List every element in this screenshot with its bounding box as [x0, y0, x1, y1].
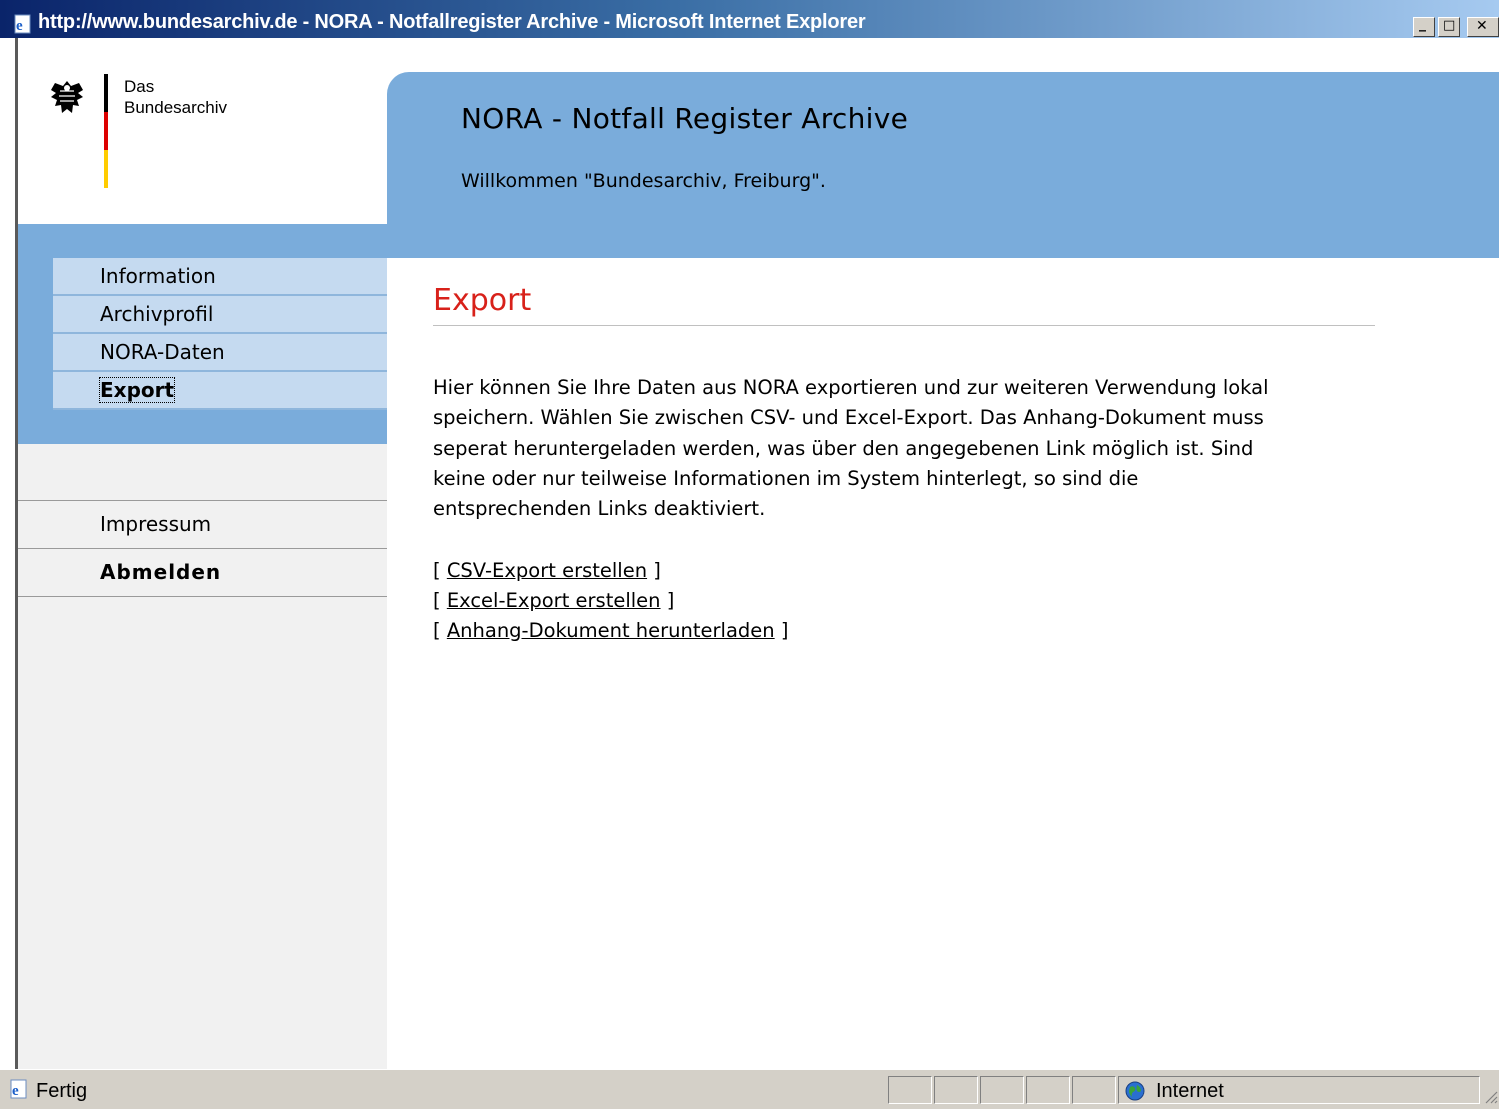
window-title-bar[interactable]: e http://www.bundesarchiv.de - NORA - No… — [0, 0, 1499, 38]
title-divider — [433, 325, 1375, 326]
bracket: [ — [433, 589, 441, 612]
german-flag-bar — [104, 74, 108, 188]
minimize-button[interactable]: _ — [1413, 16, 1435, 37]
logo-text: Das Bundesarchiv — [124, 76, 227, 118]
sidebar-item-information[interactable]: Information — [53, 258, 387, 296]
intro-line: keine oder nur teilweise Informationen i… — [433, 466, 1139, 490]
logo-line-1: Das — [124, 77, 155, 96]
window-title: http://www.bundesarchiv.de - NORA - Notf… — [38, 11, 866, 33]
excel-export-link[interactable]: Excel-Export erstellen — [447, 589, 661, 612]
svg-text:e: e — [16, 18, 23, 34]
logout-link[interactable]: Abmelden — [18, 548, 387, 596]
sidebar-item-label: Impressum — [100, 512, 212, 536]
svg-text:e: e — [12, 1083, 19, 1099]
intro-line: speichern. Wählen Sie zwischen CSV- und … — [433, 406, 1264, 430]
page-title: Export — [433, 283, 532, 318]
bracket: [ — [433, 559, 441, 582]
bracket: ] — [653, 559, 661, 582]
globe-icon — [1125, 1081, 1145, 1101]
intro-line: Hier können Sie Ihre Daten aus NORA expo… — [433, 376, 1269, 399]
status-pane — [1072, 1076, 1116, 1104]
status-bar: e Fertig Internet — [0, 1069, 1499, 1109]
sidebar-item-archivprofil[interactable]: Archivprofil — [53, 296, 387, 334]
sidebar-nav: Information Archivprofil NORA-Daten Expo… — [53, 258, 387, 410]
zone-text: Internet — [1156, 1080, 1224, 1102]
logo-line-2: Bundesarchiv — [124, 98, 228, 117]
export-links: [ CSV-Export erstellen ] [ Excel-Export … — [433, 556, 788, 646]
divider — [18, 596, 387, 597]
link-row: [ CSV-Export erstellen ] — [433, 556, 788, 586]
bracket: ] — [780, 619, 789, 642]
sidebar-item-nora-daten[interactable]: NORA-Daten — [53, 334, 387, 372]
ie-page-icon: e — [10, 1079, 27, 1099]
sidebar-item-export[interactable]: Export — [53, 372, 387, 410]
bracket: ] — [666, 589, 675, 612]
main-content: Export Hier können Sie Ihre Daten aus NO… — [387, 258, 1499, 1069]
csv-export-link[interactable]: CSV-Export erstellen — [447, 559, 647, 582]
intro-line: entsprechenden Links deaktiviert. — [433, 497, 766, 521]
sidebar-item-label: Archivprofil — [100, 302, 214, 326]
status-pane — [934, 1076, 978, 1104]
sidebar-item-impressum[interactable]: Impressum — [18, 500, 387, 548]
welcome-text: Willkommen "Bundesarchiv, Freiburg". — [461, 170, 826, 192]
logo-area: Das Bundesarchiv — [18, 38, 387, 224]
intro-line: seperat heruntergeladen werden, was über… — [433, 436, 1254, 460]
sidebar-item-label: Abmelden — [100, 560, 222, 584]
close-button[interactable]: ✕ — [1467, 17, 1499, 37]
attachment-download-link[interactable]: Anhang-Dokument herunterladen — [447, 619, 775, 642]
sidebar-item-label: Export — [98, 377, 176, 403]
sidebar-item-label: NORA-Daten — [100, 340, 225, 364]
app-title: NORA - Notfall Register Archive — [461, 102, 909, 135]
sidebar-item-label: Information — [100, 264, 216, 288]
status-pane — [980, 1076, 1024, 1104]
sidebar-lower-nav: Impressum Abmelden — [18, 500, 387, 597]
status-text: Fertig — [36, 1080, 88, 1102]
sidebar: Das Bundesarchiv Information Archivprofi… — [18, 38, 387, 1069]
maximize-button[interactable]: □ — [1438, 17, 1460, 37]
link-row: [ Anhang-Dokument herunterladen ] — [433, 616, 788, 646]
status-pane — [1026, 1076, 1070, 1104]
federal-eagle-icon — [51, 81, 83, 113]
ie-page-icon: e — [14, 14, 31, 34]
link-row: [ Excel-Export erstellen ] — [433, 586, 788, 616]
status-pane — [888, 1076, 932, 1104]
page-header: NORA - Notfall Register Archive Willkomm… — [387, 72, 1499, 258]
bracket: [ — [433, 619, 441, 642]
resize-grip-icon[interactable] — [1482, 1088, 1498, 1104]
window-frame-left — [0, 38, 18, 1069]
intro-paragraph: Hier können Sie Ihre Daten aus NORA expo… — [433, 373, 1383, 524]
